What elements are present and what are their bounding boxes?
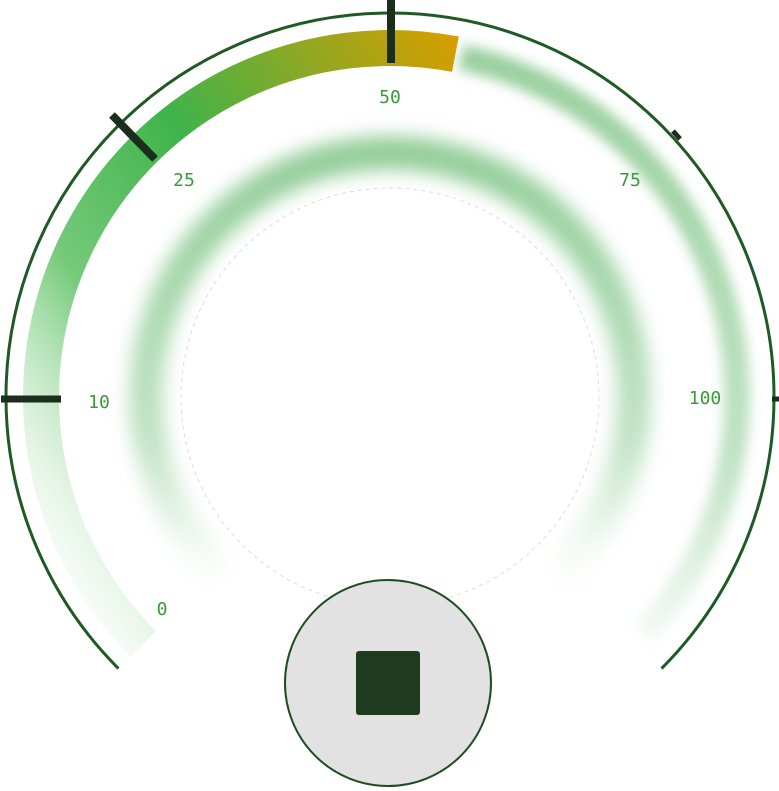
scale-label-50: 50	[379, 87, 401, 108]
inner-dashed-circle	[180, 187, 600, 607]
scale-label-10: 10	[88, 392, 110, 413]
stop-icon	[356, 651, 420, 715]
scale-label-25: 25	[173, 170, 195, 191]
scale-label-75: 75	[619, 170, 641, 191]
inner-glow-ring	[129, 136, 651, 578]
scale-label-0: 0	[157, 599, 168, 620]
stop-button[interactable]	[284, 579, 492, 787]
scale-label-100: 100	[689, 388, 722, 409]
gauge-outer-ring	[4, 11, 776, 670]
